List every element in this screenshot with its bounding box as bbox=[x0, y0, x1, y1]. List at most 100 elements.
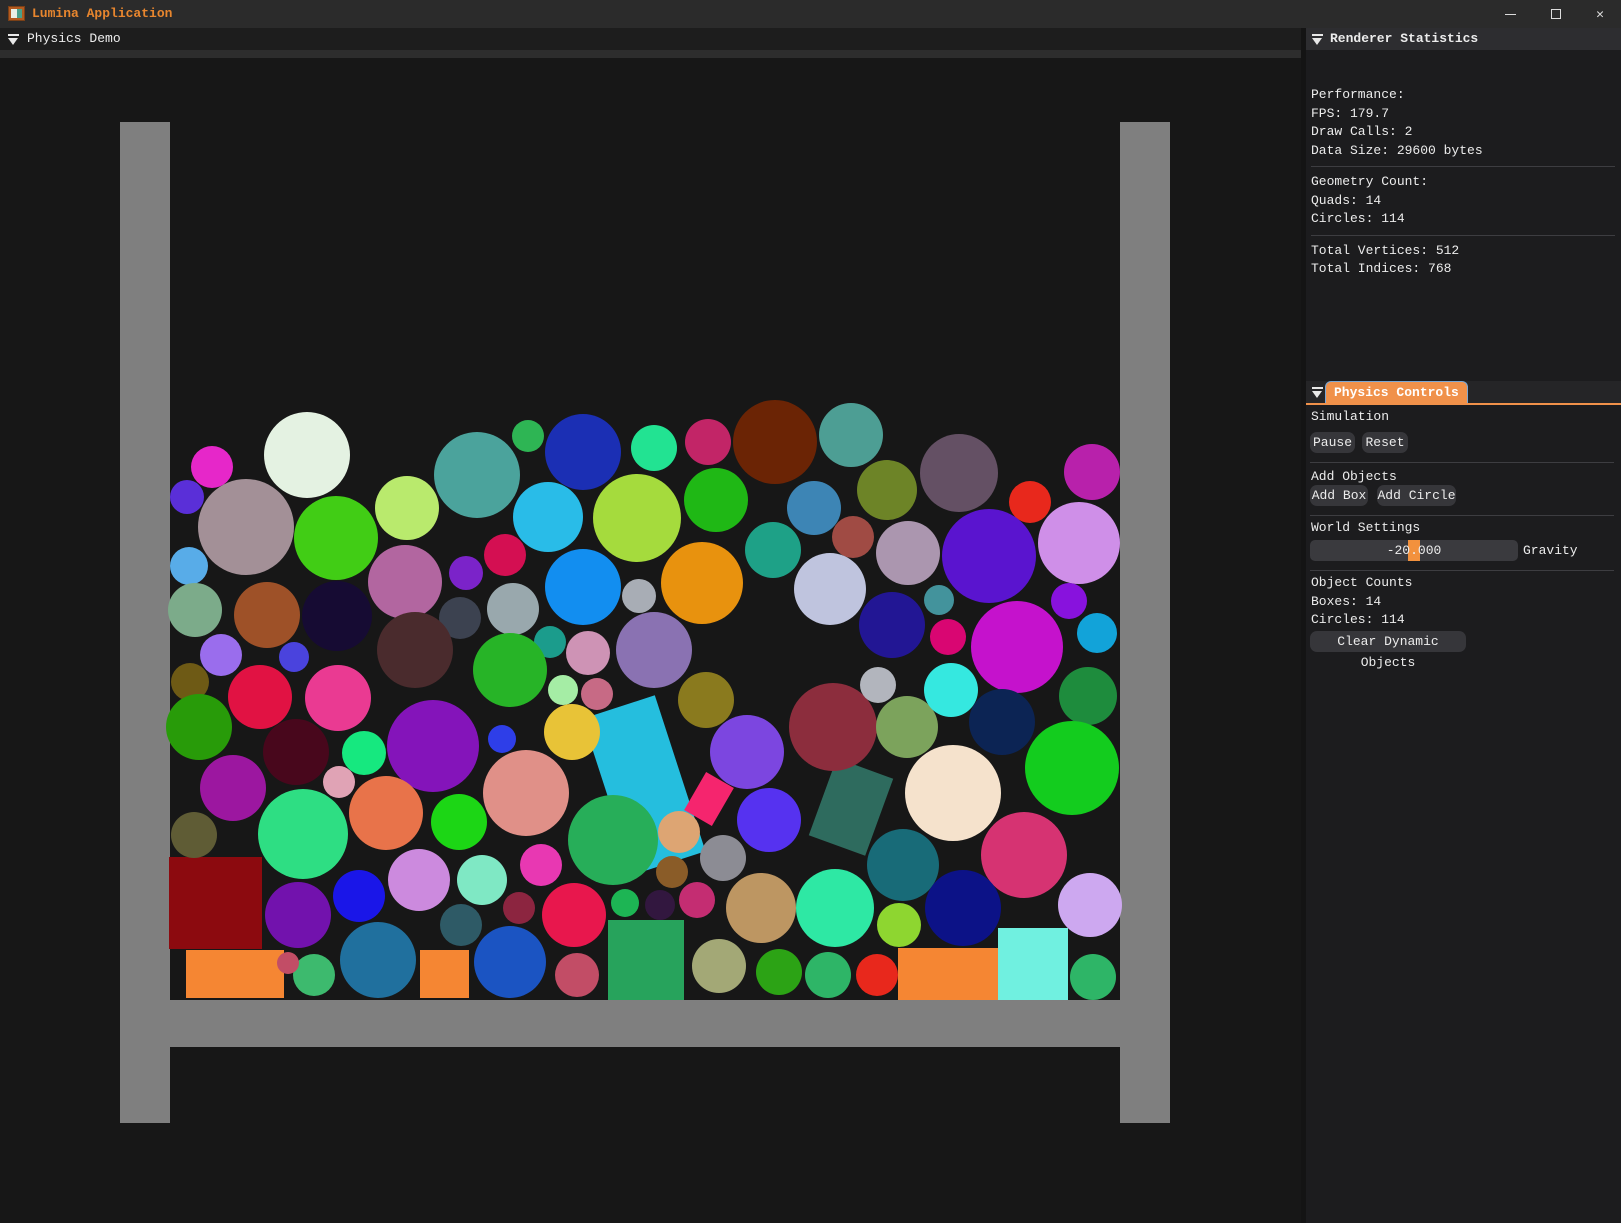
physics-circle bbox=[920, 434, 998, 512]
physics-circle bbox=[566, 631, 610, 675]
physics-circle bbox=[548, 675, 578, 705]
app-icon bbox=[8, 6, 25, 21]
physics-circle bbox=[930, 619, 966, 655]
physics-circle bbox=[925, 870, 1001, 946]
physics-circle bbox=[942, 509, 1036, 603]
menu-physics-demo[interactable]: Physics Demo bbox=[27, 31, 121, 46]
collapse-arrow-icon bbox=[1311, 34, 1324, 45]
physics-circle bbox=[168, 583, 222, 637]
menu-separator bbox=[0, 50, 1301, 58]
physics-circle bbox=[388, 849, 450, 911]
physics-circle bbox=[726, 873, 796, 943]
physics-circle bbox=[856, 954, 898, 996]
physics-circle bbox=[1058, 873, 1122, 937]
physics-circle bbox=[377, 612, 453, 688]
reset-button[interactable]: Reset bbox=[1362, 432, 1408, 453]
physics-circle bbox=[859, 592, 925, 658]
physics-circle bbox=[745, 522, 801, 578]
physics-circle bbox=[733, 400, 817, 484]
physics-circle bbox=[622, 579, 656, 613]
minimize-button[interactable] bbox=[1487, 0, 1533, 28]
physics-circle bbox=[302, 581, 372, 651]
physics-circle bbox=[1051, 583, 1087, 619]
physics-circle bbox=[568, 795, 658, 885]
physics-circle bbox=[264, 412, 350, 498]
physics-circle bbox=[166, 694, 232, 760]
physics-circle bbox=[473, 633, 547, 707]
physics-circle bbox=[1059, 667, 1117, 725]
renderer-statistics-title: Renderer Statistics bbox=[1330, 31, 1478, 46]
physics-circle bbox=[710, 715, 784, 789]
stats-line: Performance: bbox=[1311, 86, 1616, 105]
physics-circle bbox=[685, 419, 731, 465]
stats-line: Total Indices: 768 bbox=[1311, 260, 1616, 279]
separator bbox=[1311, 166, 1615, 167]
clear-dynamic-objects-button[interactable]: Clear Dynamic Objects bbox=[1310, 631, 1466, 652]
physics-circle bbox=[431, 794, 487, 850]
physics-circle bbox=[684, 468, 748, 532]
collapse-arrow-icon[interactable] bbox=[7, 34, 20, 45]
physics-circle bbox=[658, 811, 700, 853]
physics-circle bbox=[756, 949, 802, 995]
physics-circle bbox=[340, 922, 416, 998]
container-wall bbox=[170, 1000, 1120, 1047]
physics-circle bbox=[434, 432, 520, 518]
physics-circle bbox=[440, 904, 482, 946]
boxes-count: Boxes: 14 bbox=[1311, 594, 1381, 609]
close-icon: ✕ bbox=[1596, 8, 1604, 21]
physics-circle bbox=[263, 719, 329, 785]
object-counts-label: Object Counts bbox=[1311, 575, 1412, 590]
physics-circle bbox=[1070, 954, 1116, 1000]
physics-circle bbox=[924, 663, 978, 717]
physics-circle bbox=[170, 480, 204, 514]
stats-line: Total Vertices: 512 bbox=[1311, 242, 1616, 261]
physics-circle bbox=[483, 750, 569, 836]
side-panel: Renderer Statistics Performance:FPS: 179… bbox=[1306, 28, 1621, 1223]
physics-circle bbox=[796, 869, 874, 947]
container-wall bbox=[1120, 122, 1170, 1123]
physics-circle bbox=[581, 678, 613, 710]
physics-circle bbox=[488, 725, 516, 753]
physics-circle bbox=[1038, 502, 1120, 584]
physics-box bbox=[898, 948, 998, 1000]
physics-circle bbox=[692, 939, 746, 993]
add-circle-button[interactable]: Add Circle bbox=[1377, 485, 1456, 506]
physics-circle bbox=[1077, 613, 1117, 653]
stats-line: Geometry Count: bbox=[1311, 173, 1616, 192]
physics-circle bbox=[449, 556, 483, 590]
physics-circle bbox=[700, 835, 746, 881]
physics-circle bbox=[737, 788, 801, 852]
gravity-value: -20.000 bbox=[1310, 540, 1518, 561]
physics-circle bbox=[631, 425, 677, 471]
physics-circle bbox=[258, 789, 348, 879]
maximize-icon bbox=[1551, 9, 1561, 19]
physics-circle bbox=[611, 889, 639, 917]
physics-box bbox=[608, 920, 684, 1000]
add-box-button[interactable]: Add Box bbox=[1310, 485, 1368, 506]
physics-circle bbox=[971, 601, 1063, 693]
physics-circle bbox=[279, 642, 309, 672]
physics-circle bbox=[542, 883, 606, 947]
physics-circle bbox=[200, 634, 242, 676]
physics-circle bbox=[924, 585, 954, 615]
physics-circle bbox=[513, 482, 583, 552]
add-objects-label: Add Objects bbox=[1311, 469, 1397, 484]
maximize-button[interactable] bbox=[1533, 0, 1579, 28]
physics-circle bbox=[876, 521, 940, 585]
physics-circle bbox=[593, 474, 681, 562]
minimize-icon bbox=[1505, 14, 1516, 15]
pause-button[interactable]: Pause bbox=[1310, 432, 1355, 453]
world-settings-label: World Settings bbox=[1311, 520, 1420, 535]
separator bbox=[1310, 515, 1614, 516]
renderer-statistics-content: Performance:FPS: 179.7Draw Calls: 2Data … bbox=[1311, 86, 1616, 279]
gravity-drag-slider[interactable]: -20.000 bbox=[1310, 540, 1518, 561]
physics-circle bbox=[487, 583, 539, 635]
physics-box bbox=[420, 950, 469, 998]
renderer-statistics-header[interactable]: Renderer Statistics bbox=[1306, 28, 1621, 50]
close-button[interactable]: ✕ bbox=[1579, 0, 1621, 28]
physics-controls-tab[interactable]: Physics Controls bbox=[1325, 381, 1468, 403]
physics-circle bbox=[503, 892, 535, 924]
gravity-label: Gravity bbox=[1523, 543, 1578, 558]
physics-circle bbox=[661, 542, 743, 624]
physics-circle bbox=[234, 582, 300, 648]
